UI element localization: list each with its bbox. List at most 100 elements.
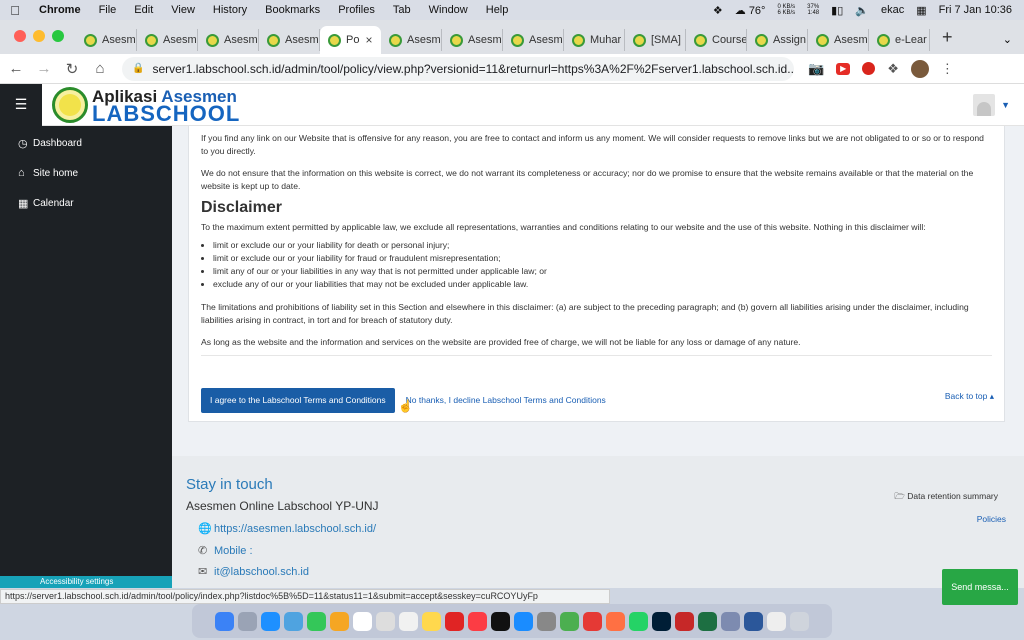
photo-booth-icon[interactable] (445, 611, 464, 631)
battery-readout[interactable]: 37% 1:48 (807, 4, 819, 16)
music-icon[interactable] (468, 611, 487, 631)
control-center-icon[interactable]: ▦ (916, 4, 926, 17)
envelope-icon: ✉ (198, 566, 208, 578)
tab[interactable]: Asesm (137, 29, 198, 51)
menu-view[interactable]: View (162, 4, 204, 16)
menu-file[interactable]: File (90, 4, 126, 16)
notes-icon[interactable] (422, 611, 441, 631)
minimize-window-button[interactable] (33, 30, 45, 42)
site-logo[interactable]: Aplikasi Asesmen LABSCHOOL (52, 86, 240, 124)
tab[interactable]: [SMA] (625, 29, 686, 51)
safari-icon[interactable] (261, 611, 280, 631)
launchpad-icon[interactable] (238, 611, 257, 631)
mail-icon[interactable] (284, 611, 303, 631)
excel-icon[interactable] (698, 611, 717, 631)
tv-icon[interactable] (491, 611, 510, 631)
tab[interactable]: Asesm (808, 29, 869, 51)
accessibility-settings-button[interactable]: Accessibility settings (0, 576, 172, 588)
extensions-puzzle-icon[interactable]: ❖ (887, 61, 899, 77)
tab[interactable]: Asesm (259, 29, 320, 51)
system-preferences-icon[interactable] (537, 611, 556, 631)
weather-readout[interactable]: ☁ 76° (735, 4, 766, 17)
word-icon[interactable] (744, 611, 763, 631)
tab[interactable]: Asesm (503, 29, 564, 51)
data-retention-link[interactable]: 🗁 Data retention summary (894, 491, 998, 505)
menu-edit[interactable]: Edit (125, 4, 162, 16)
menu-window[interactable]: Window (420, 4, 477, 16)
tab-active[interactable]: Po × (320, 26, 381, 54)
reminders-icon[interactable] (399, 611, 418, 631)
forward-button[interactable]: → (32, 60, 56, 77)
tab[interactable]: Asesm (198, 29, 259, 51)
whatsapp-icon[interactable] (629, 611, 648, 631)
policy-paragraph: The limitations and prohibitions of liab… (201, 302, 969, 325)
labschool-favicon-icon (450, 33, 463, 47)
tab[interactable]: Course (686, 29, 747, 51)
xcode-icon[interactable] (721, 611, 740, 631)
back-to-top-link[interactable]: Back to top ▴ (945, 390, 994, 403)
calendar-app-icon[interactable] (353, 611, 372, 631)
tab-search-chevron-icon[interactable]: ⌄ (991, 33, 1024, 54)
maps-icon[interactable] (307, 611, 326, 631)
zoom-window-button[interactable] (52, 30, 64, 42)
youtube-extension-icon[interactable]: ▶ (836, 62, 851, 75)
sidebar-item-dashboard[interactable]: ◷ Dashboard (0, 128, 172, 158)
trash-icon[interactable] (790, 611, 809, 631)
contacts-icon[interactable] (376, 611, 395, 631)
finder-icon[interactable] (215, 611, 234, 631)
menu-profiles[interactable]: Profiles (329, 4, 384, 16)
home-button[interactable]: ⌂ (88, 60, 112, 77)
chrome-icon[interactable] (560, 611, 579, 631)
tab[interactable]: Asesm (381, 29, 442, 51)
menu-tab[interactable]: Tab (384, 4, 420, 16)
menu-clock[interactable]: Fri 7 Jan 10:36 (939, 4, 1012, 16)
policies-link[interactable]: Policies (977, 514, 1006, 524)
url-text: server1.labschool.sch.id/admin/tool/poli… (152, 61, 794, 76)
menu-app-name[interactable]: Chrome (30, 4, 90, 16)
new-tab-button[interactable]: + (930, 27, 965, 54)
back-button[interactable]: ← (4, 60, 28, 77)
photos-icon[interactable] (330, 611, 349, 631)
menu-user[interactable]: ekac (881, 4, 904, 16)
user-menu-chevron-icon[interactable]: ▼ (1001, 100, 1010, 110)
footer-mobile: ✆ Mobile : (198, 544, 253, 558)
tab[interactable]: Asesm (76, 29, 137, 51)
volume-icon[interactable]: 🔈 (855, 4, 869, 17)
app-store-icon[interactable] (514, 611, 533, 631)
tab[interactable]: e-Lear (869, 29, 930, 51)
tab[interactable]: Muhar (564, 29, 625, 51)
profile-avatar[interactable] (910, 59, 929, 78)
folder-icon: 🗁 (894, 491, 905, 501)
tab[interactable]: Asesm (442, 29, 503, 51)
menu-history[interactable]: History (204, 4, 256, 16)
sidebar-item-site-home[interactable]: ⌂ Site home (0, 158, 172, 188)
opera-icon[interactable] (583, 611, 602, 631)
battery-icon[interactable]: ▮▯ (831, 4, 843, 17)
address-bar[interactable]: 🔒 server1.labschool.sch.id/admin/tool/po… (122, 56, 794, 81)
user-avatar[interactable] (973, 93, 996, 116)
email-link[interactable]: it@labschool.sch.id (214, 566, 309, 578)
menu-bookmarks[interactable]: Bookmarks (256, 4, 329, 16)
close-window-button[interactable] (14, 30, 26, 42)
opera-extension-icon[interactable] (862, 62, 876, 75)
apple-menu-icon[interactable]:  (0, 3, 30, 18)
send-message-button[interactable]: Send messa... (942, 569, 1018, 605)
dropbox-icon[interactable]: ❖ (713, 4, 723, 17)
hamburger-menu-icon[interactable]: ☰ (0, 83, 42, 126)
agree-button[interactable]: I agree to the Labschool Terms and Condi… (201, 388, 395, 413)
close-tab-icon[interactable]: × (365, 33, 372, 47)
document-icon[interactable] (767, 611, 786, 631)
decline-link[interactable]: No thanks, I decline Labschool Terms and… (406, 394, 606, 407)
chrome-menu-icon[interactable]: ⋮ (941, 61, 954, 77)
lock-icon[interactable]: 🔒 (132, 63, 144, 74)
acrobat-icon[interactable] (675, 611, 694, 631)
website-link[interactable]: https://asesmen.labschool.sch.id/ (214, 523, 376, 535)
camera-extension-icon[interactable]: 📷 (808, 61, 824, 77)
reload-button[interactable]: ↻ (60, 60, 84, 78)
tab[interactable]: Assign (747, 29, 808, 51)
menu-help[interactable]: Help (477, 4, 518, 16)
tab-label: Asesm (102, 34, 136, 46)
photoshop-icon[interactable] (652, 611, 671, 631)
firefox-icon[interactable] (606, 611, 625, 631)
sidebar-item-calendar[interactable]: ▦ Calendar (0, 188, 172, 218)
